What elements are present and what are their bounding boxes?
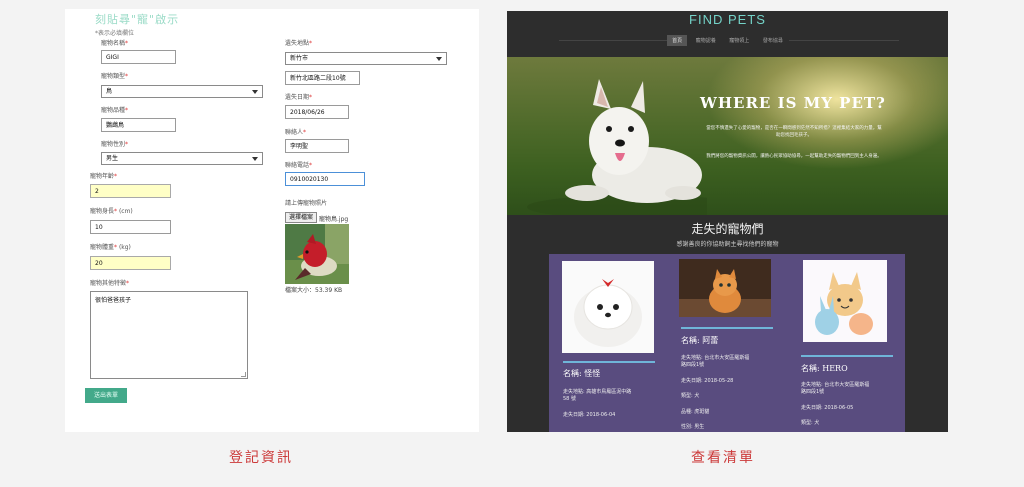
submit-button[interactable]: 送出表單 xyxy=(85,388,127,403)
pet-cards-container: 名稱: 怪怪 走失地點: 高雄市鳥鳳區泥中路 58 號 走失日期: 2018-0… xyxy=(549,254,905,432)
pet-name-input[interactable]: GIGI xyxy=(101,50,176,64)
bird-photo-preview xyxy=(285,224,349,284)
pet-gender-label: 寵物性別* xyxy=(101,141,129,148)
pet-card-line: 類型: 犬 xyxy=(801,420,820,426)
nav-found[interactable]: 寵物領上 xyxy=(724,35,754,46)
pet-breed-input[interactable]: 鸚鵡鳥 xyxy=(101,118,176,132)
registration-form-panel: 刻貼尋"寵"啟示 *表示必填欄位 寵物名稱* GIGI 寵物類型* 鳥 寵物品種… xyxy=(65,9,479,432)
pet-card-line: 走失日期: 2018-06-04 xyxy=(563,412,616,418)
pet-card-name-1: 名稱: 怪怪 xyxy=(563,369,601,378)
lost-date-input[interactable]: 2018/06/26 xyxy=(285,105,349,119)
pet-card-name-3: 名稱: HERO xyxy=(801,364,848,373)
pet-card-line: 性別: 男生 xyxy=(681,424,705,430)
contact-name-input[interactable]: 李明聖 xyxy=(285,139,349,153)
pet-card-name-2: 名稱: 阿蕾 xyxy=(681,336,719,345)
lost-date-label: 遺失日期* xyxy=(285,94,313,101)
nav-home[interactable]: 首頁 xyxy=(667,35,688,46)
pet-card-line: 走失日期: 2018-05-28 xyxy=(681,378,734,384)
site-logo[interactable]: FIND PETS xyxy=(507,12,948,27)
pet-card-line: 類型: 犬 xyxy=(681,393,700,399)
nav-adopt[interactable]: 寵物認養 xyxy=(691,35,721,46)
contact-phone-label: 聯絡電話* xyxy=(285,162,313,169)
card-divider xyxy=(801,355,893,357)
chevron-down-icon xyxy=(252,90,258,94)
pet-card-line: 路四段1號 xyxy=(801,389,825,395)
pet-height-label: 寵物身長* (cm) xyxy=(90,208,133,215)
choose-file-button[interactable]: 選擇檔案 xyxy=(285,212,318,223)
pet-age-input[interactable]: 2 xyxy=(90,184,171,198)
pet-height-input[interactable]: 10 xyxy=(90,220,171,234)
pet-weight-input[interactable]: 20 xyxy=(90,256,171,270)
contact-name-label: 聯絡人* xyxy=(285,129,307,136)
main-nav: 首頁 寵物認養 寵物領上 發布協尋 xyxy=(507,35,948,46)
nav-post[interactable]: 發布協尋 xyxy=(758,35,788,46)
chevron-down-icon xyxy=(252,157,258,161)
card-divider xyxy=(681,327,773,329)
pet-card-image-2[interactable] xyxy=(679,259,771,317)
caption-view-list: 查看清單 xyxy=(691,450,755,466)
lost-location-label: 遺失地點* xyxy=(285,40,313,47)
pet-name-label: 寵物名稱* xyxy=(101,40,129,47)
section-subtitle: 感謝善良的你協助飼主尋找他們的寵物 xyxy=(676,241,779,248)
pet-card-line: 走失地點: 高雄市鳥鳳區泥中路 xyxy=(563,389,632,395)
pet-type-select[interactable]: 鳥 xyxy=(101,85,263,98)
pet-card-image-1[interactable] xyxy=(562,261,654,353)
photo-upload-label: 請上傳寵物照片 xyxy=(285,200,328,207)
required-note: *表示必填欄位 xyxy=(95,30,135,37)
contact-phone-input[interactable]: 0910020130 xyxy=(285,172,365,186)
pet-type-label: 寵物類型* xyxy=(101,73,129,80)
pet-features-label: 寵物其他特徵* xyxy=(90,280,130,287)
caption-register: 登記資訊 xyxy=(229,450,293,466)
lost-address-input[interactable]: 新竹北區路二段10號 xyxy=(285,71,360,85)
pet-list-panel: FIND PETS 首頁 寵物認養 寵物領上 發布協尋 WHERE IS MY … xyxy=(507,11,948,432)
pet-breed-label: 寵物品種* xyxy=(101,107,129,114)
file-size-label: 檔案大小：53.39 KB xyxy=(285,287,343,294)
pet-card-image-3[interactable] xyxy=(803,260,887,342)
selected-filename: 寵物鳥.jpg xyxy=(319,216,349,223)
pet-card-line: 走失地點: 台北市大安區羅斯福 xyxy=(681,355,750,361)
form-title: 刻貼尋"寵"啟示 xyxy=(95,13,180,26)
resize-grip-icon[interactable] xyxy=(241,372,246,377)
pet-card-line: 路四段1號 xyxy=(681,362,705,368)
section-title: 走失的寵物們 xyxy=(691,222,764,236)
hero-banner: WHERE IS MY PET? 當您不慎遺失了心愛的寵物，是否在一瞬間感到茫然… xyxy=(507,57,948,215)
pet-card-line: 走失日期: 2018-06-05 xyxy=(801,405,854,411)
chevron-down-icon xyxy=(436,57,442,61)
hero-title: WHERE IS MY PET? xyxy=(700,94,886,112)
hero-text-2: 我們將您的寵物資訊公開，讓熱心民眾協助協尋，一起幫助走失的寵物們回到主人身邊。 xyxy=(706,154,882,159)
pet-card-line: 58 號 xyxy=(563,396,576,402)
pet-weight-label: 寵物體重* (kg) xyxy=(90,244,131,251)
pet-card-line: 走失地點: 台北市大安區羅斯福 xyxy=(801,382,870,388)
pet-features-textarea[interactable]: 很怕爸爸孩子 xyxy=(90,291,248,379)
dog-hero-image xyxy=(527,79,707,215)
hero-text-1: 當您不慎遺失了心愛的寵物，是否在一瞬間感到茫然不知所措？這裡集結大家的力量，幫助… xyxy=(706,126,882,138)
pet-gender-select[interactable]: 男生 xyxy=(101,152,263,165)
card-divider xyxy=(563,361,655,363)
lost-city-select[interactable]: 新竹市 xyxy=(285,52,447,65)
pet-age-label: 寵物年齡* xyxy=(90,173,118,180)
pet-card-line: 品種: 虎斑貓 xyxy=(681,409,710,415)
